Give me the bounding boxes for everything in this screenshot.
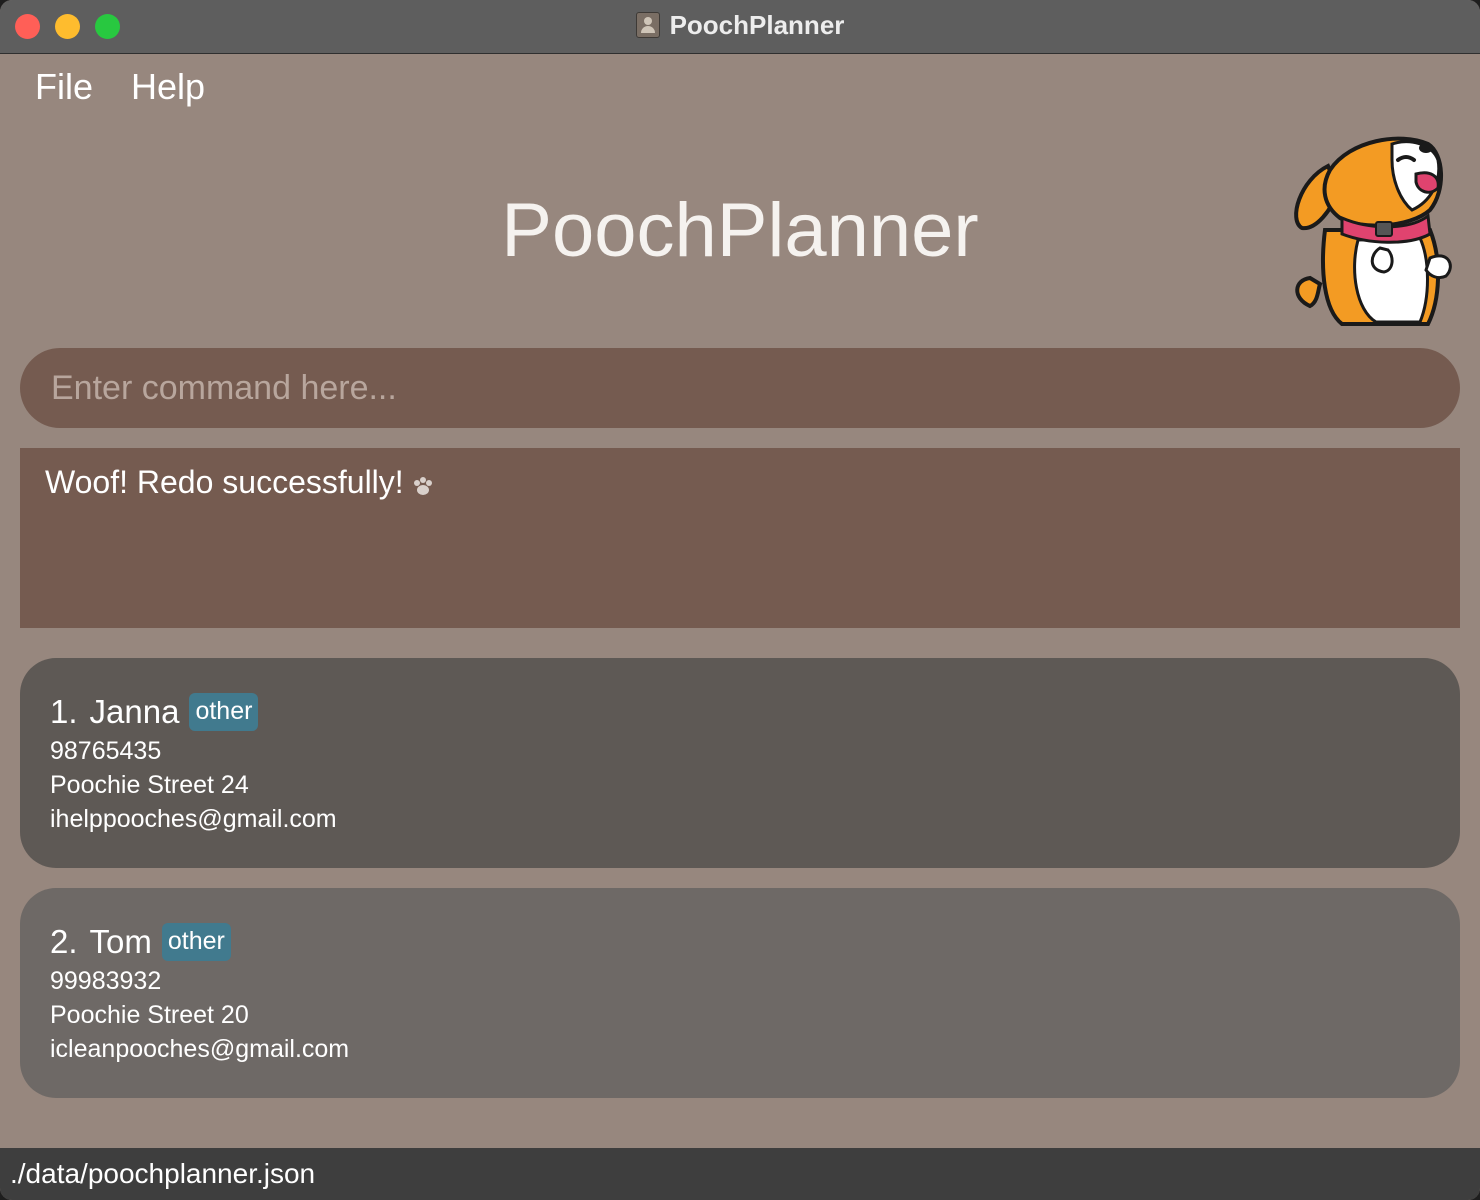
menu-help[interactable]: Help (131, 66, 205, 108)
save-file-path: ./data/poochplanner.json (10, 1158, 316, 1189)
command-input[interactable] (49, 367, 1431, 409)
person-address: Poochie Street 24 (50, 771, 249, 799)
person-card[interactable]: 2. Tom other 99983932 Poochie Street 20 … (20, 888, 1460, 1098)
person-email: icleanpooches@gmail.com (50, 1035, 350, 1063)
menu-bar: File Help (35, 66, 205, 108)
title-bar[interactable]: PoochPlanner (0, 0, 1480, 54)
person-tag: other (189, 693, 259, 731)
person-phone: 99983932 (50, 967, 162, 995)
person-card-header: 1. Janna other (50, 690, 1430, 734)
person-name: Tom (89, 923, 152, 960)
person-details: 99983932 Poochie Street 20 icleanpooches… (50, 964, 1430, 1066)
person-tag: other (161, 923, 231, 961)
person-details: 98765435 Poochie Street 24 ihelppooches@… (50, 734, 1430, 836)
person-name: Janna (89, 693, 180, 730)
menu-file[interactable]: File (35, 66, 93, 108)
window-title-group: PoochPlanner (0, 0, 1480, 50)
person-card-header: 2. Tom other (50, 920, 1430, 964)
dog-mascot-icon (1294, 136, 1452, 326)
person-card[interactable]: 1. Janna other 98765435 Poochie Street 2… (20, 658, 1460, 868)
result-display: Woof! Redo successfully! (20, 448, 1460, 628)
result-line: Woof! Redo successfully! (45, 464, 1435, 501)
status-bar: ./data/poochplanner.json (0, 1148, 1480, 1200)
person-phone: 98765435 (50, 737, 162, 765)
window-title: PoochPlanner (669, 9, 845, 40)
app-heading: PoochPlanner (501, 188, 979, 273)
app-window: PoochPlanner File Help PoochPlanner Ente… (0, 0, 1480, 1200)
result-message: Woof! Redo successfully! (45, 464, 404, 500)
command-box[interactable] (20, 348, 1460, 428)
person-email: ihelppooches@gmail.com (50, 805, 337, 833)
person-index: 2. (50, 923, 78, 960)
app-icon (635, 12, 660, 38)
paw-icon (413, 476, 432, 495)
person-address: Poochie Street 20 (50, 1001, 249, 1029)
person-index: 1. (50, 693, 78, 730)
